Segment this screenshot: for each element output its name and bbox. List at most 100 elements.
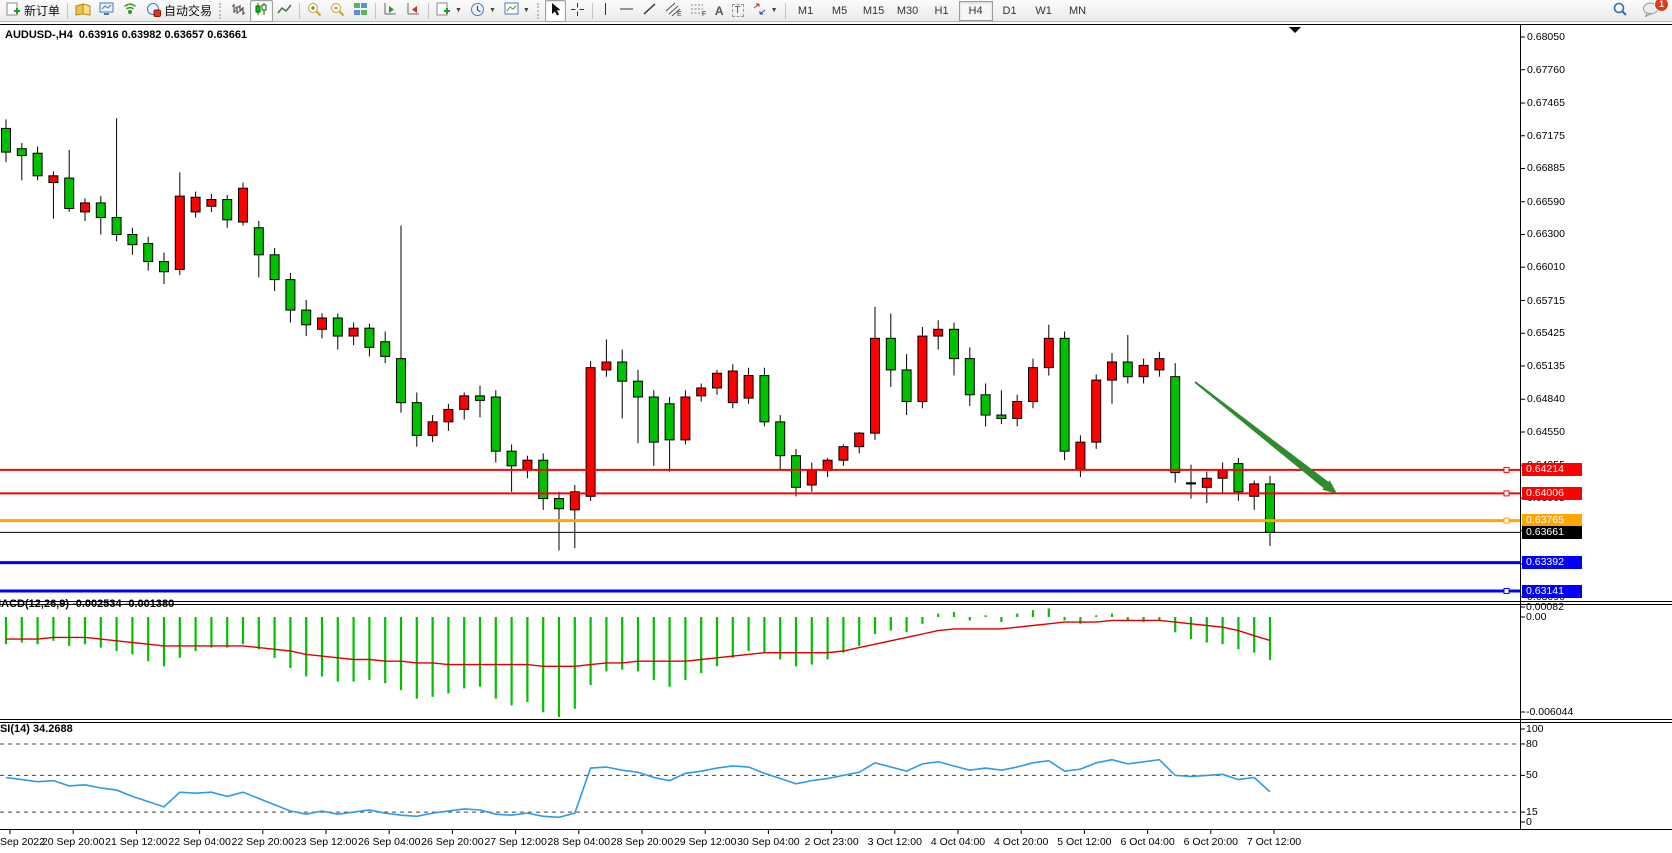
crosshair-button[interactable] [566,0,589,22]
candle [855,432,864,453]
new-order-icon [6,2,21,20]
candle [33,146,42,180]
candle [823,458,832,477]
line-chart-button[interactable] [273,0,296,22]
zoom-in-button[interactable] [303,0,326,22]
candlestick-icon [254,2,269,19]
signals-button[interactable] [119,0,142,22]
line-handle[interactable] [1504,518,1509,523]
vertical-line-button[interactable] [596,0,615,22]
svg-text:F: F [702,11,706,17]
new-order-button[interactable]: 新订单 [2,0,64,22]
timeframe-mn[interactable]: MN [1061,1,1095,21]
crosshair-icon [570,2,585,20]
candle [728,364,737,408]
chart-shift-marker[interactable] [1289,27,1301,33]
channel-icon: E [665,2,682,20]
toolbar: 新订单 自动交易 ▼ ▼ ▼ E F A T ▼ M1M5M15M30H1H4D… [0,0,1672,22]
line-handle[interactable] [1504,491,1509,496]
toolbar-separator [299,3,300,19]
chart-shift-button[interactable] [402,0,425,22]
timeframe-w1[interactable]: W1 [1027,1,1061,21]
auto-scroll-icon [383,2,398,19]
cursor-icon [549,2,562,20]
macd-pane: MACD(12,26,9) -0.002534 -0.001380 [0,598,400,612]
candle [807,462,816,491]
rsi-line [6,760,1270,818]
notifications-button[interactable]: 1 [1638,0,1664,22]
arrows-icon [752,2,767,19]
line-chart-icon [277,2,292,19]
bar-chart-button[interactable] [227,0,250,22]
candle [128,228,137,255]
zoom-out-icon [330,2,345,20]
candle [681,390,690,444]
cursor-button[interactable] [545,0,566,22]
tile-windows-button[interactable] [349,0,372,22]
horizontal-line-button[interactable] [615,0,638,22]
search-icon [1612,1,1628,20]
auto-scroll-button[interactable] [379,0,402,22]
candle [792,449,801,496]
candlestick-chart-button[interactable] [250,0,273,22]
candle [1029,359,1038,409]
line-handle[interactable] [1504,589,1509,594]
candle [618,350,627,419]
dropdown-caret[interactable]: ▼ [455,7,462,14]
dropdown-caret[interactable]: ▼ [489,7,496,14]
line-handle[interactable] [1504,467,1509,472]
candle [286,273,295,323]
candle [886,313,895,386]
candle [965,347,974,406]
zoom-out-button[interactable] [326,0,349,22]
timeframe-m1[interactable]: M1 [789,1,823,21]
mt4-window: { "toolbar": { "new_order_label": "新订单",… [0,0,1672,853]
candle [997,390,1006,424]
candle [950,323,959,376]
bar-chart-icon [231,2,246,19]
chart-symbol-period: AUDUSD-,H4 [5,29,73,41]
candle [744,368,753,404]
dropdown-caret[interactable]: ▼ [771,7,778,14]
arrows-button[interactable]: ▼ [748,0,782,22]
candle [776,415,785,469]
timeframe-m5[interactable]: M5 [823,1,857,21]
indicators-button[interactable]: ▼ [432,0,466,22]
fibonacci-icon: F [690,2,707,20]
candle [586,361,595,501]
candle [191,192,200,218]
text-tool-button[interactable]: A [711,0,728,22]
timeframe-h1[interactable]: H1 [925,1,959,21]
notification-badge: 1 [1654,0,1669,12]
tile-windows-icon [353,2,368,19]
fibonacci-button[interactable]: F [686,0,711,22]
trend-arrow[interactable] [1194,381,1328,488]
candle [1013,395,1022,427]
toolbar-separator [428,3,429,19]
trendline-button[interactable] [638,0,661,22]
search-button[interactable] [1608,0,1632,22]
candle [1250,481,1259,510]
candle [81,198,90,221]
templates-button[interactable]: ▼ [500,0,534,22]
timeframe-m15[interactable]: M15 [857,1,891,21]
candle [476,386,485,418]
timeframe-h4[interactable]: H4 [959,1,993,21]
periods-button[interactable]: ▼ [466,0,500,22]
text-label-button[interactable]: T [728,0,748,22]
candle [349,323,358,346]
zoom-in-icon [307,2,322,20]
candle [144,237,153,271]
channel-button[interactable]: E [661,0,686,22]
history-center-button[interactable] [71,0,95,22]
timeframe-m30[interactable]: M30 [891,1,925,21]
market-watch-button[interactable] [95,0,119,22]
dropdown-caret[interactable]: ▼ [523,7,530,14]
auto-trading-label: 自动交易 [164,2,212,19]
auto-trading-button[interactable]: 自动交易 [142,0,216,22]
candle [1202,471,1211,503]
candle [112,118,121,241]
candle [1092,374,1101,448]
timeframe-group: M1M5M15M30H1H4D1W1MN [789,1,1095,21]
timeframe-d1[interactable]: D1 [993,1,1027,21]
